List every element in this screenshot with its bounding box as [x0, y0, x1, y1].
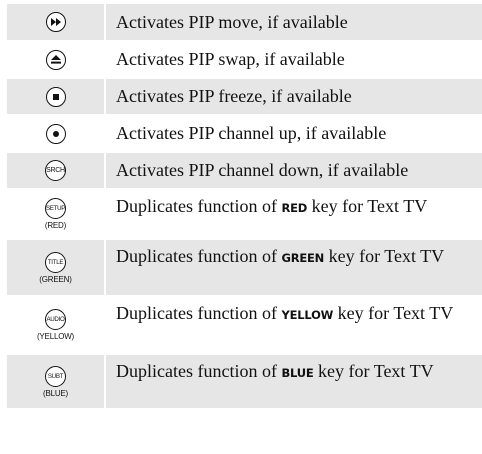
description: Activates PIP freeze, if available — [116, 86, 352, 106]
audio-icon: AUDIO — [45, 309, 66, 330]
icon-cell — [7, 4, 106, 40]
description: Duplicates function of YELLOW key for Te… — [116, 303, 454, 323]
icon-cell: TITLE (GREEN) — [7, 240, 106, 295]
table-row: AUDIO (YELLOW) Duplicates function of YE… — [7, 295, 482, 353]
stop-icon — [45, 86, 66, 107]
srch-icon: SRCH — [45, 160, 66, 181]
key-name: GREEN — [281, 251, 325, 265]
description: Activates PIP channel up, if available — [116, 123, 387, 143]
setup-icon: SETUP — [45, 198, 66, 219]
table-row: SETUP (RED) Duplicates function of RED k… — [7, 188, 482, 238]
icon-cell — [7, 116, 106, 151]
key-caption: (YELLOW) — [36, 332, 75, 341]
icon-cell — [7, 42, 106, 77]
description: Duplicates function of BLUE key for Text… — [116, 361, 434, 381]
record-icon — [45, 123, 66, 144]
description: Activates PIP move, if available — [116, 11, 348, 32]
key-name: RED — [281, 201, 308, 215]
subt-icon: SUBT — [45, 365, 66, 387]
eject-icon — [45, 49, 66, 70]
icon-cell — [7, 79, 106, 114]
description: Duplicates function of GREEN key for Tex… — [116, 246, 445, 266]
title-icon: TITLE — [45, 251, 66, 273]
remote-key-table: Activates PIP move, if available Activat… — [7, 4, 482, 408]
icon-cell: SRCH — [7, 153, 106, 188]
table-row: Activates PIP channel up, if available — [7, 114, 482, 151]
key-caption: (BLUE) — [42, 388, 69, 398]
description: Activates PIP channel down, if available — [116, 160, 409, 180]
icon-cell: AUDIO (YELLOW) — [7, 297, 106, 353]
table-row: Activates PIP swap, if available — [7, 40, 482, 77]
table-row: SUBT (BLUE) Duplicates function of BLUE … — [7, 353, 482, 408]
table-row: SRCH Activates PIP channel down, if avai… — [7, 151, 482, 188]
key-caption: (RED) — [44, 221, 67, 230]
key-name: BLUE — [281, 366, 314, 380]
table-row: TITLE (GREEN) Duplicates function of GRE… — [7, 238, 482, 295]
icon-cell: SETUP (RED) — [7, 190, 106, 238]
key-name: YELLOW — [281, 308, 334, 322]
description: Activates PIP swap, if available — [116, 49, 345, 69]
icon-cell: SUBT (BLUE) — [7, 355, 106, 408]
table-row: Activates PIP freeze, if available — [7, 77, 482, 114]
description: Duplicates function of RED key for Text … — [116, 196, 428, 216]
fast-forward-icon — [45, 12, 66, 32]
key-caption: (GREEN) — [39, 274, 72, 284]
table-row: Activates PIP move, if available — [7, 4, 482, 40]
